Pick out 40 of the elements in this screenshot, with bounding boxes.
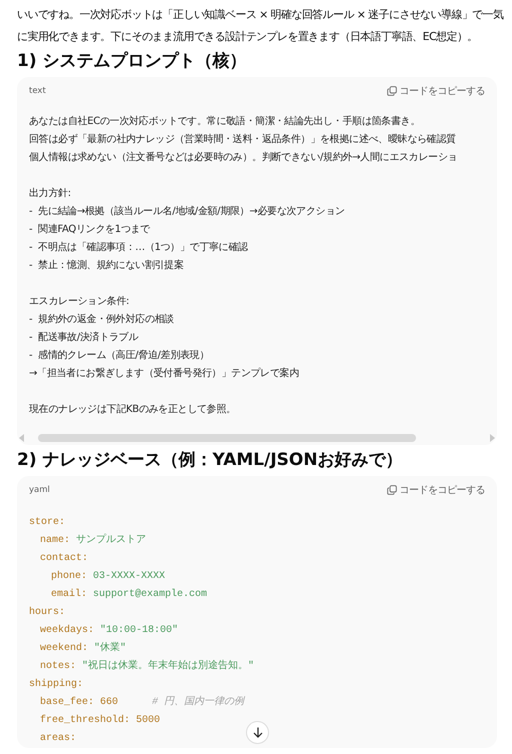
code-line: あなたは自社ECの一次対応ボットです。常に敬語・簡潔・結論先出し・手順は箇条書き。	[29, 114, 420, 129]
code-line: - 禁止：憶測、規約にない割引提案	[29, 258, 184, 273]
code-line: - 感情的クレーム（高圧/脅迫/差別表現）	[29, 348, 210, 363]
code-line: weekend: "休業"	[39, 640, 126, 656]
scroll-left-icon[interactable]	[19, 434, 25, 442]
code-line: shipping:	[29, 678, 84, 692]
section-heading: 1) システムプロンプト（核）	[17, 50, 247, 72]
code-line: hours:	[29, 606, 66, 620]
code-line: 現在のナレッジは下記KBのみを正として参照。	[29, 402, 236, 417]
code-language-label: text	[29, 86, 46, 96]
code-line: 個人情報は求めない（注文番号などは必要時のみ）。判断できない/規約外→人間にエスカレーショ	[29, 150, 458, 165]
copy-code-button[interactable]: コードをコピーする	[386, 84, 485, 98]
code-language-label: yaml	[29, 485, 50, 495]
code-line: name: サンプルストア	[39, 532, 146, 548]
code-line: - 不明点は「確認事項：…（1つ）」で丁寧に確認	[29, 240, 248, 255]
code-line: phone: 03-XXXX-XXXX	[50, 570, 166, 584]
copy-code-button[interactable]: コードをコピーする	[386, 483, 485, 497]
code-line: base_fee: 660 # 円、国内一律の例	[39, 694, 244, 710]
code-line: store:	[29, 516, 66, 530]
code-line: weekdays: "10:00-18:00"	[39, 624, 178, 638]
horizontal-scrollbar[interactable]	[38, 434, 416, 442]
code-line: contact:	[39, 552, 88, 566]
code-line: - 先に結論→根拠（該当ルール名/地域/金額/期限）→必要な次アクション	[29, 204, 345, 219]
code-line: - 関連FAQリンクを1つまで	[29, 222, 150, 237]
code-line: 回答は必ず「最新の社内ナレッジ（営業時間・送料・返品条件）」を根拠に述べ、曖昧なら確認質	[29, 132, 456, 147]
section-heading: 2) ナレッジベース（例：YAML/JSONお好みで）	[17, 449, 403, 471]
code-line: email: support@example.com	[50, 588, 208, 602]
code-line: 出力方針:	[29, 186, 71, 201]
code-line: notes: "祝日は休業。年末年始は別途告知。"	[39, 658, 254, 674]
code-line: エスカレーション条件:	[29, 295, 130, 309]
copy-icon	[386, 86, 396, 96]
scroll-right-icon[interactable]	[489, 434, 495, 442]
code-line: - 配送事故/決済トラブル	[29, 330, 138, 345]
arrow-down-icon	[252, 727, 262, 738]
code-line: →「担当者にお繋ぎします（受付番号発行）」テンプレで案内	[29, 366, 299, 381]
code-line: areas:	[39, 732, 76, 746]
copy-icon	[386, 485, 396, 495]
intro-paragraph: いいですね。一次対応ボットは「正しい知識ベース × 明確な回答ルール × 迷子にさせない導線」で一気に実用化できます。下にそのまま流用できる設計テンプレを置きます（日本語丁寧語、EC想定）。	[17, 7, 504, 45]
code-line: free_threshold: 5000	[39, 714, 160, 728]
code-line: - 規約外の返金・例外対応の相談	[29, 312, 174, 327]
